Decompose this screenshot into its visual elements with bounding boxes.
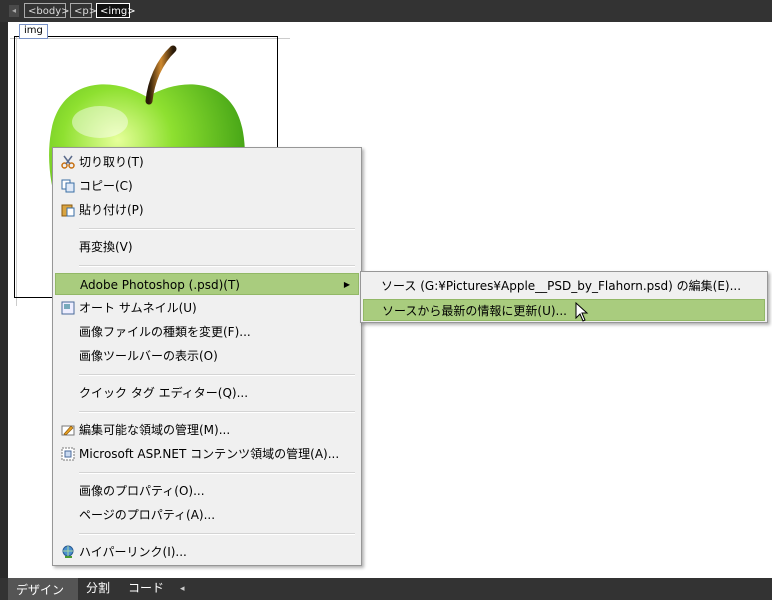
menu-item-image-properties[interactable]: 画像のプロパティ(O)... xyxy=(55,480,359,502)
copy-icon xyxy=(61,179,75,193)
menu-item-label: 編集可能な領域の管理(M)... xyxy=(79,423,231,437)
menu-item-change-image-type[interactable]: 画像ファイルの種類を変更(F)... xyxy=(55,321,359,343)
menu-item-manage-editable-regions[interactable]: 編集可能な領域の管理(M)... xyxy=(55,419,359,441)
menu-item-label: Microsoft ASP.NET コンテンツ領域の管理(A)... xyxy=(79,447,340,461)
menu-item-paste[interactable]: 貼り付け(P) xyxy=(55,199,359,221)
menu-item-label: 切り取り(T) xyxy=(79,155,144,169)
context-menu: 切り取り(T) コピー(C) 貼り付け(P) 再変換(V) Adobe Phot… xyxy=(52,147,362,566)
tagbar-scroll-left-button[interactable]: ◂ xyxy=(9,5,19,17)
aspnet-region-icon xyxy=(61,447,75,461)
menu-item-cut[interactable]: 切り取り(T) xyxy=(55,151,359,173)
tag-selector-bar: ◂ <body> <p> <img> xyxy=(0,0,772,22)
paste-icon xyxy=(61,204,75,217)
menu-separator xyxy=(79,374,355,376)
menu-item-label: Adobe Photoshop (.psd)(T) xyxy=(80,278,240,292)
menu-item-label: ソース (G:¥Pictures¥Apple__PSD_by_Flahorn.p… xyxy=(381,279,742,293)
submenu-item-edit-source[interactable]: ソース (G:¥Pictures¥Apple__PSD_by_Flahorn.p… xyxy=(363,275,765,297)
menu-item-auto-thumbnail[interactable]: オート サムネイル(U) xyxy=(55,297,359,319)
menu-item-copy[interactable]: コピー(C) xyxy=(55,175,359,197)
mouse-cursor-icon xyxy=(575,302,589,322)
scissors-icon xyxy=(61,155,75,169)
menu-item-label: 再変換(V) xyxy=(79,240,133,254)
menu-item-label: ソースから最新の情報に更新(U)... xyxy=(382,304,567,318)
menu-item-label: クイック タグ エディター(Q)... xyxy=(79,386,249,400)
menu-item-label: 画像のプロパティ(O)... xyxy=(79,484,205,498)
thumbnail-icon xyxy=(61,301,75,315)
menu-item-label: オート サムネイル(U) xyxy=(79,301,197,315)
menu-separator xyxy=(79,472,355,474)
left-edge xyxy=(0,22,8,578)
element-label-img: img xyxy=(19,24,48,39)
menu-item-show-image-toolbar[interactable]: 画像ツールバーの表示(O) xyxy=(55,345,359,367)
editable-region-icon xyxy=(61,425,75,436)
submenu-arrow-icon: ▶ xyxy=(343,280,350,289)
tag-body[interactable]: <body> xyxy=(24,3,70,18)
tab-code[interactable]: コード xyxy=(120,578,176,600)
photoshop-submenu: ソース (G:¥Pictures¥Apple__PSD_by_Flahorn.p… xyxy=(360,271,768,323)
submenu-item-update-from-source[interactable]: ソースから最新の情報に更新(U)... xyxy=(363,299,765,321)
tab-design[interactable]: デザイン xyxy=(8,578,78,600)
tab-split[interactable]: 分割 xyxy=(78,578,120,600)
menu-separator xyxy=(79,411,355,413)
viewbar-scroll-left-button[interactable]: ◂ xyxy=(180,583,190,595)
menu-item-label: ハイパーリンク(I)... xyxy=(79,545,187,559)
menu-separator xyxy=(79,533,355,535)
menu-separator xyxy=(79,265,355,267)
menu-item-adobe-photoshop[interactable]: Adobe Photoshop (.psd)(T) ▶ xyxy=(55,273,359,295)
menu-item-label: 画像ファイルの種類を変更(F)... xyxy=(79,325,251,339)
menu-item-label: 画像ツールバーの表示(O) xyxy=(79,349,218,363)
menu-item-label: ページのプロパティ(A)... xyxy=(79,508,216,522)
menu-item-page-properties[interactable]: ページのプロパティ(A)... xyxy=(55,504,359,526)
menu-item-hyperlink[interactable]: ハイパーリンク(I)... xyxy=(55,541,359,563)
tag-img[interactable]: <img> xyxy=(96,3,136,18)
menu-separator xyxy=(79,228,355,230)
menu-item-reconvert[interactable]: 再変換(V) xyxy=(55,236,359,258)
menu-item-label: コピー(C) xyxy=(79,179,133,193)
hyperlink-icon xyxy=(62,545,74,558)
menu-item-label: 貼り付け(P) xyxy=(79,203,144,217)
menu-item-quick-tag-editor[interactable]: クイック タグ エディター(Q)... xyxy=(55,382,359,404)
menu-item-manage-aspnet-regions[interactable]: Microsoft ASP.NET コンテンツ領域の管理(A)... xyxy=(55,443,359,465)
view-switcher-bar: デザイン 分割 コード ◂ xyxy=(0,578,772,600)
tag-p[interactable]: <p> xyxy=(70,3,97,18)
